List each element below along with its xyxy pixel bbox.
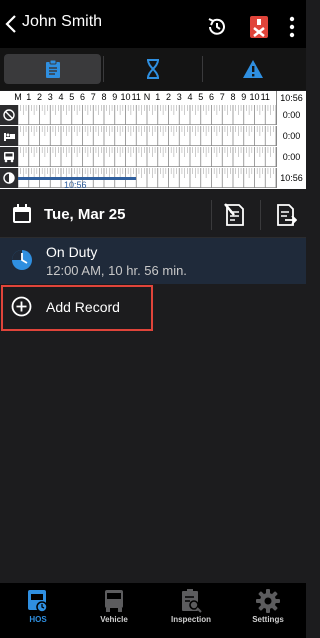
hour-label: 7 [219,92,225,102]
sync-history-icon[interactable] [205,15,229,39]
hourglass-icon [146,59,159,79]
hour-label: 10 [249,92,260,102]
nav-hos[interactable]: HOS [0,583,76,638]
sleeper-berth-icon [0,126,18,146]
calendar-icon[interactable] [12,204,32,224]
grid-total: 10:56 [276,91,306,105]
nav-label: Vehicle [100,615,128,624]
hour-label: M [14,92,22,102]
hour-label: 1 [26,92,32,102]
hos-screen: John Smith M 1 2 3 4 5 6 7 8 9 10 11 N 1… [0,0,306,638]
record-status: On Duty [46,244,98,260]
hour-label: 2 [165,92,171,102]
hour-label: 10 [120,92,131,102]
hour-label: 3 [176,92,182,102]
hour-label: 1 [155,92,161,102]
hour-label: 5 [198,92,204,102]
grid-row-driving[interactable]: 0:00 [0,147,306,167]
hour-label: 4 [187,92,193,102]
clipboard-icon [45,59,60,78]
tab-alerts[interactable] [204,54,301,84]
divider [211,200,212,230]
on-duty-clock-icon [12,250,32,270]
hour-label: 2 [36,92,42,102]
grid-cells [18,126,276,146]
hour-label: 6 [79,92,85,102]
hour-label: 3 [47,92,53,102]
nav-inspection[interactable]: Inspection [153,583,229,638]
driving-truck-icon [0,147,18,167]
hour-label: 8 [230,92,236,102]
hour-label: 4 [58,92,64,102]
grid-row-sleeper[interactable]: 0:00 [0,126,306,146]
bottom-nav: HOS Vehicle Inspection Settings [0,583,306,638]
hour-label: 11 [260,92,270,102]
driver-name-title: John Smith [22,13,103,30]
hour-header: M 1 2 3 4 5 6 7 8 9 10 11 N 1 2 3 4 5 6 7 8 9 10 11 [0,91,276,105]
grid-row-off-duty[interactable]: 0:00 [0,105,306,125]
inspection-icon [182,589,202,613]
view-tabs [0,48,306,90]
row-total: 0:00 [276,126,306,146]
hour-label: 6 [208,92,214,102]
row-total: 0:00 [276,147,306,167]
add-circle-icon[interactable] [11,296,32,317]
back-chevron-icon[interactable] [4,14,20,34]
on-duty-duration-label: 10:56 [64,180,87,190]
on-duty-clock-icon [0,168,18,188]
settings-gear-icon [256,589,280,613]
row-total: 10:56 [276,168,306,188]
hour-label: 7 [90,92,96,102]
export-log-icon[interactable] [275,203,297,227]
top-bar: John Smith [0,0,306,48]
hour-label: 9 [241,92,247,102]
nav-label: Inspection [170,615,211,624]
hour-label: 5 [69,92,75,102]
nav-label: HOS [29,615,47,624]
hour-label: 9 [112,92,118,102]
hour-label: N [143,92,151,102]
edit-log-icon[interactable] [224,203,246,227]
nav-vehicle[interactable]: Vehicle [76,583,152,638]
hour-label: 8 [101,92,107,102]
log-grid: M 1 2 3 4 5 6 7 8 9 10 11 N 1 2 3 4 5 6 7 8 9 10 11 10:56 0:00 … [0,91,306,189]
record-on-duty[interactable]: On Duty 12:00 AM, 10 hr. 56 min. [0,238,306,284]
eld-alert-icon[interactable] [248,16,270,38]
more-options-icon[interactable] [287,16,297,38]
hour-label: 11 [131,92,141,102]
tab-timer[interactable] [104,54,201,84]
selected-date[interactable]: Tue, Mar 25 [44,206,125,223]
off-duty-icon [0,105,18,125]
record-time: 12:00 AM, 10 hr. 56 min. [46,263,187,278]
tab-log[interactable] [4,54,101,84]
tab-divider [202,56,203,82]
grid-cells [18,147,276,167]
nav-settings[interactable]: Settings [230,583,306,638]
warning-icon [242,60,263,78]
grid-cells [18,105,276,125]
row-total: 0:00 [276,105,306,125]
date-row: Tue, Mar 25 [0,192,306,238]
add-record-button[interactable]: Add Record [46,299,120,315]
hos-icon [28,590,48,613]
nav-label: Settings [252,615,284,624]
vehicle-icon [105,590,123,612]
divider [260,200,261,230]
